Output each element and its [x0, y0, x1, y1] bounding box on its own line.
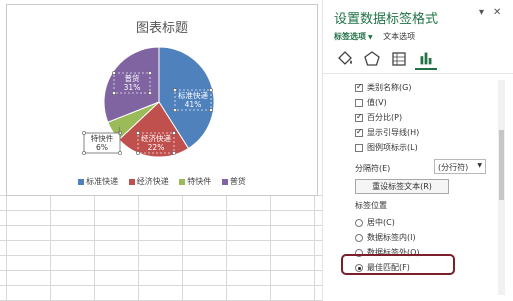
checkbox-label: 百分比(P)	[367, 113, 403, 122]
selection-handle	[173, 108, 177, 112]
legend-label: 经济快递	[136, 177, 169, 186]
checkbox-show-leader-lines[interactable]: 显示引导线(H)	[355, 127, 419, 138]
chart-legend[interactable]: 标准快递 经济快递 特快件 普货	[7, 176, 317, 187]
selection-handle	[118, 151, 122, 155]
checkbox-percentage[interactable]: 百分比(P)	[355, 112, 402, 123]
legend-swatch	[78, 178, 85, 185]
data-label-text: 普货	[125, 73, 140, 83]
selection-handle	[112, 91, 116, 95]
tab-text-options[interactable]: 文本选项	[383, 31, 415, 42]
checkbox[interactable]	[355, 98, 363, 107]
selection-handle	[82, 151, 86, 155]
data-label-text: 22%	[148, 143, 165, 152]
chart-container[interactable]: 图表标题 标准快递 41% 经济快递 22% 特快件 6% 普货 31% 标准快递 经济快递 …	[6, 4, 318, 196]
selection-handle	[82, 131, 86, 135]
selection-handle	[148, 91, 152, 95]
selection-handle	[172, 151, 176, 155]
reset-label-text-button[interactable]: 重设标签文本(R)	[355, 179, 449, 194]
legend-swatch	[221, 178, 228, 185]
pane-tabs: 标签选项 ▼ 文本选项	[334, 31, 423, 42]
scrollbar-thumb[interactable]	[499, 130, 504, 200]
fill-icon[interactable]	[334, 48, 356, 70]
radio-center[interactable]: 居中(C)	[355, 217, 395, 228]
selection-handle	[112, 71, 116, 75]
legend-swatch	[128, 178, 135, 185]
selection-handle	[172, 131, 176, 135]
separator-value: (分行符)	[438, 163, 469, 172]
checkbox-label: 显示引导线(H)	[367, 128, 420, 137]
data-label-text: 特快件	[91, 133, 114, 143]
pie-chart[interactable]: 标准快递41%经济快递22%特快件6%普货31%	[7, 5, 319, 197]
pane-scrollbar[interactable]	[498, 80, 505, 295]
radio[interactable]	[355, 218, 363, 227]
legend-label: 普货	[229, 177, 246, 186]
legend-item-express: 特快件	[179, 176, 211, 187]
selection-handle	[173, 88, 177, 92]
bar-chart-icon[interactable]	[415, 48, 437, 70]
selection-handle	[136, 151, 140, 155]
separator-select[interactable]: (分行符) ▼	[434, 159, 486, 174]
checkbox[interactable]	[355, 82, 363, 92]
selection-handle	[209, 88, 213, 92]
legend-label: 特快件	[187, 177, 212, 186]
checkbox-value[interactable]: 值(V)	[355, 97, 387, 108]
radio[interactable]	[355, 233, 363, 242]
legend-item-standard: 标准快递	[78, 176, 118, 187]
legend-label: 标准快递	[86, 177, 119, 186]
chevron-down-icon: ▼	[368, 34, 373, 41]
selection-handle	[136, 131, 140, 135]
separator-label: 分隔符(E)	[355, 164, 391, 173]
legend-item-general: 普货	[221, 176, 246, 187]
pentagon-icon[interactable]	[361, 48, 383, 70]
checkbox-label: 类别名称(G)	[367, 83, 412, 92]
cell-grid[interactable]	[0, 195, 322, 301]
radio-label: 数据标签内(I)	[367, 233, 416, 242]
data-label-text: 经济快递	[141, 133, 171, 143]
selection-handle	[209, 108, 213, 112]
checkbox-label: 值(V)	[367, 98, 387, 107]
tab-label-options[interactable]: 标签选项 ▼	[334, 31, 373, 42]
tab-label: 标签选项	[334, 32, 366, 41]
checkbox[interactable]	[355, 127, 363, 137]
data-label-text: 6%	[96, 143, 108, 152]
data-label-text: 31%	[124, 83, 141, 92]
size-properties-icon[interactable]	[388, 48, 410, 70]
label-position-heading: 标签位置	[355, 201, 387, 210]
checkbox[interactable]	[355, 143, 363, 152]
radio-inside-end[interactable]: 数据标签内(I)	[355, 232, 416, 243]
chevron-down-icon: ▼	[477, 162, 482, 169]
best-fit-highlight	[341, 254, 455, 275]
checkbox-category-name[interactable]: 类别名称(G)	[355, 82, 411, 93]
pane-options-dropdown-icon[interactable]: ▾	[479, 7, 484, 18]
legend-item-economy: 经济快递	[128, 176, 169, 187]
checkbox-label: 图例项标示(L)	[367, 143, 418, 152]
pane-divider	[323, 73, 513, 74]
radio-label: 居中(C)	[367, 218, 395, 227]
pane-title: 设置数据标签格式	[334, 12, 439, 27]
data-label-text: 41%	[185, 100, 202, 109]
checkbox[interactable]	[355, 112, 363, 122]
format-data-labels-pane: 设置数据标签格式 ▾ ✕ 标签选项▼ 文本选项 类别名称(G) 值(V)	[322, 0, 513, 301]
checkbox-legend-key[interactable]: 图例项标示(L)	[355, 142, 418, 153]
legend-swatch	[179, 178, 186, 185]
selection-handle	[148, 71, 152, 75]
data-label[interactable]: 特快件6%	[82, 131, 122, 155]
data-label-text: 标准快递	[178, 90, 208, 100]
close-icon[interactable]: ✕	[493, 7, 501, 18]
spreadsheet-area: 图表标题 标准快递 41% 经济快递 22% 特快件 6% 普货 31% 标准快递 经济快递 …	[0, 0, 322, 301]
